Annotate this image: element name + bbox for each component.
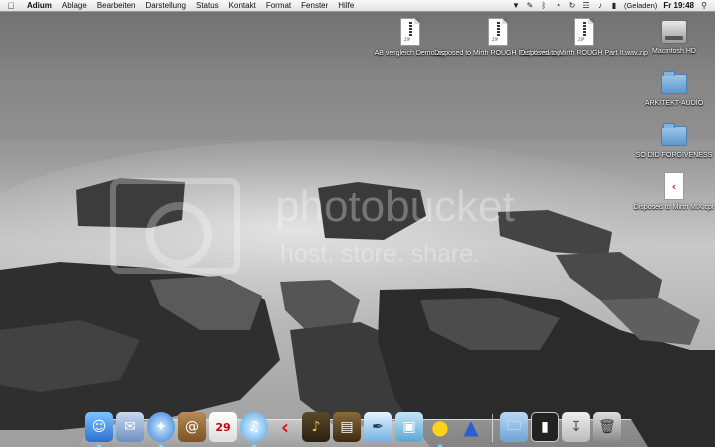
safari-icon[interactable]: ✦ [147, 412, 175, 447]
menu-darstellung[interactable]: Darstellung [141, 0, 191, 12]
file-label: Disposed to Mirth MIX.cpr [633, 204, 715, 211]
apple-menu-icon[interactable]:  [0, 1, 22, 11]
desktop-folder-arkitekt[interactable]: ARKITEKT-AUDIO [634, 66, 714, 108]
folder-label: SO DID FORGIVENESS [635, 152, 713, 159]
zip-file-icon: ZIP [397, 16, 423, 48]
folder-icon [661, 66, 687, 98]
address-book-icon[interactable]: @ [178, 412, 206, 442]
cubase-icon[interactable]: ‹ [271, 412, 299, 442]
menu-bar:  Adium Ablage Bearbeiten Darstellung St… [0, 0, 715, 12]
dock-separator [492, 414, 493, 442]
zip-file-icon: ZIP [485, 16, 511, 48]
desktop-macintosh-hd[interactable]: Macintosh HD [634, 14, 714, 56]
spotlight-icon[interactable]: ⚲ [697, 0, 711, 12]
garageband-icon[interactable]: ♪ [302, 412, 330, 442]
menu-fenster[interactable]: Fenster [296, 0, 333, 12]
file-label: Disposed to Mirth ROUGH Part II.wav.zip [520, 50, 648, 57]
menu-extras: ▼ ✎ ᛒ ◔ ↻ ☲ ♪ ▮ (Geladen) Fr 19:48 ⚲ [509, 0, 715, 12]
folder-label: ARKITEKT-AUDIO [644, 100, 704, 107]
drive-label: Macintosh HD [652, 48, 696, 55]
dock: ☺ ✉ ✦ @ 29 ♫ ‹ ♪ ▤ ✒ ▣ ● ▲ 🗀 ▮ ↧ 🗑 [85, 406, 621, 447]
desktop-file-disposed-mix[interactable]: ‹ Disposed to Mirth MIX.cpr [634, 170, 714, 212]
adium-duck-icon[interactable]: ▼ [509, 0, 523, 12]
finder-icon[interactable]: ☺ [85, 412, 113, 447]
time-machine-icon[interactable]: ◔ [551, 0, 565, 12]
feather-icon[interactable]: ✒ [364, 412, 392, 442]
menu-format[interactable]: Format [261, 0, 296, 12]
wallpaper-image [0, 0, 715, 447]
iphone-icon[interactable]: ▮ [531, 412, 559, 442]
battery-icon[interactable]: ▮ [607, 0, 621, 12]
desktop-file-disposed-2[interactable]: ZIP Disposed to Mirth ROUGH Part II.wav.… [520, 16, 648, 58]
skype-bird-icon[interactable]: ▲ [457, 412, 485, 442]
bluetooth-icon[interactable]: ᛒ [537, 0, 551, 12]
wifi-icon[interactable]: ☲ [579, 0, 593, 12]
zip-file-icon: ZIP [571, 16, 597, 48]
menu-hilfe[interactable]: Hilfe [333, 0, 359, 12]
menu-bearbeiten[interactable]: Bearbeiten [92, 0, 141, 12]
downloads-stack-icon[interactable]: ↧ [562, 412, 590, 442]
battery-status[interactable]: (Geladen) [621, 1, 660, 10]
folder-icon [661, 118, 687, 150]
mail-icon[interactable]: ✉ [116, 412, 144, 442]
menu-adium[interactable]: Adium [22, 0, 57, 12]
sync-icon[interactable]: ↻ [565, 0, 579, 12]
menu-clock[interactable]: Fr 19:48 [660, 1, 697, 10]
hard-drive-icon [661, 14, 687, 46]
desktop-wallpaper [0, 0, 715, 447]
scripts-icon[interactable]: ✎ [523, 0, 537, 12]
ical-icon[interactable]: 29 [209, 412, 237, 442]
trash-icon[interactable]: 🗑 [593, 412, 621, 442]
menu-kontakt[interactable]: Kontakt [224, 0, 261, 12]
menu-ablage[interactable]: Ablage [57, 0, 92, 12]
itunes-icon[interactable]: ♫ [240, 412, 268, 447]
logic-icon[interactable]: ▤ [333, 412, 361, 442]
desktop-folder-so-did-forgiveness[interactable]: SO DID FORGIVENESS [634, 118, 714, 160]
volume-icon[interactable]: ♪ [593, 0, 607, 12]
openoffice-icon[interactable]: ▣ [395, 412, 423, 442]
documents-stack-icon[interactable]: 🗀 [500, 412, 528, 442]
cubase-file-icon: ‹ [661, 170, 687, 202]
menu-status[interactable]: Status [191, 0, 224, 12]
adium-icon[interactable]: ● [426, 412, 454, 447]
